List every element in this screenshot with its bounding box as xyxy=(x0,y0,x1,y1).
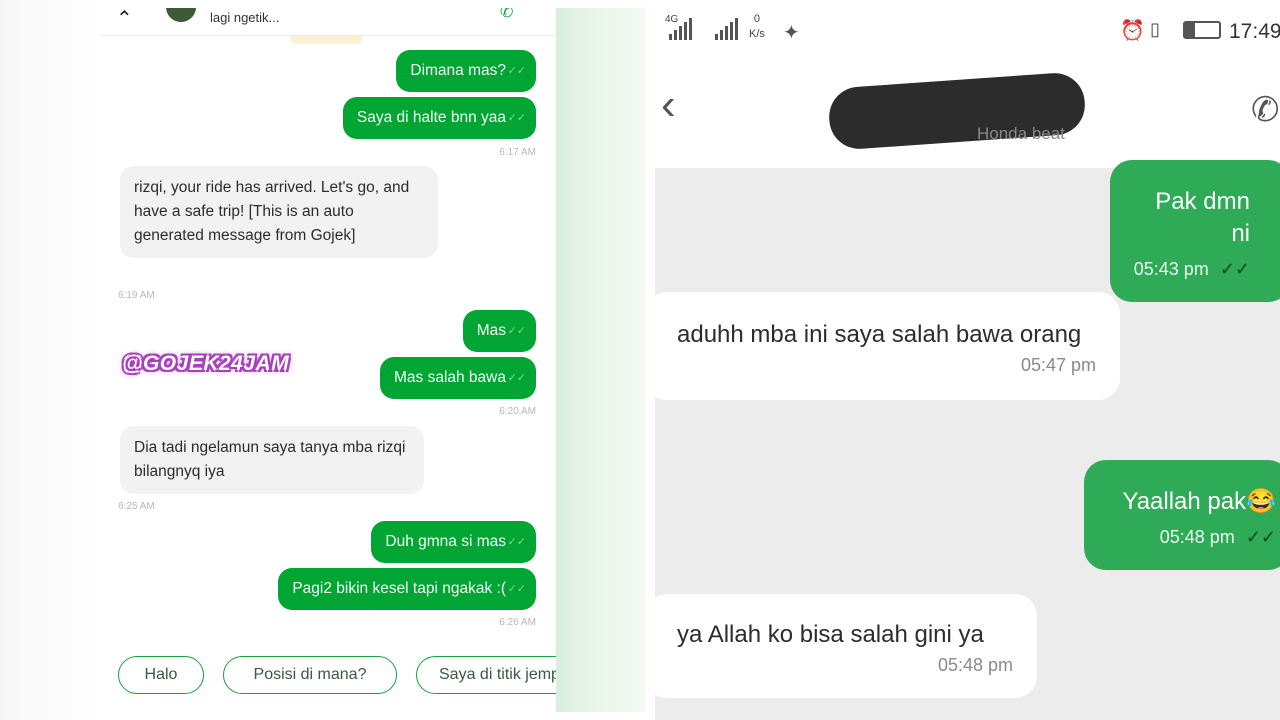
quick-reply-chip[interactable]: Halo xyxy=(118,656,204,694)
signal-icon xyxy=(715,16,738,40)
phone-icon[interactable]: ✆ xyxy=(1251,90,1280,130)
message-out[interactable]: Yaallah pak😂 05:48 pm ✓✓ xyxy=(1084,460,1280,570)
green-divider-strip xyxy=(556,8,645,712)
chat-header: ⌃ lagi ngetik... ✆ xyxy=(100,8,556,36)
vehicle-subtitle: Honda beat xyxy=(977,124,1065,143)
typing-status: lagi ngetik... xyxy=(210,10,280,25)
chevron-left-icon[interactable]: ‹ xyxy=(661,80,676,130)
message-text: Dimana mas? xyxy=(410,62,506,79)
message-meta: 05:43 pm ✓✓ xyxy=(1130,256,1250,282)
chevron-up-icon[interactable]: ⌃ xyxy=(116,8,133,31)
message-out[interactable]: Dimana mas? ✓✓ xyxy=(396,50,536,92)
check-icon: ✓✓ xyxy=(507,372,526,384)
message-text: Yaallah pak😂 xyxy=(1122,488,1276,515)
check-icon: ✓✓ xyxy=(507,583,526,595)
message-text: Dia tadi ngelamun saya tanya mba rizqi b… xyxy=(134,439,406,480)
message-out[interactable]: Mas ✓✓ xyxy=(462,310,536,352)
message-time: 05:43 pm xyxy=(1133,259,1209,279)
network-speed: 0 K/s xyxy=(749,12,765,42)
message-in[interactable]: rizqi, your ride has arrived. Let's go, … xyxy=(120,166,438,258)
message-text: Pak dmn ni xyxy=(1155,188,1250,247)
message-timestamp: 6:26 AM xyxy=(499,617,536,628)
check-icon: ✓✓ xyxy=(507,112,526,124)
clock-time: 17:49 xyxy=(1229,20,1280,43)
check-icon: ✓✓ xyxy=(507,65,526,77)
message-text: aduhh mba ini saya salah bawa orang xyxy=(677,321,1082,348)
left-chat-screenshot: ⌃ lagi ngetik... ✆ Dimana mas? ✓✓ Saya d… xyxy=(0,0,645,720)
message-timestamp: 6:20 AM xyxy=(499,406,536,417)
twitter-icon: ✦ xyxy=(783,22,800,44)
message-out[interactable]: Pagi2 bikin kesel tapi ngakak :( ✓✓ xyxy=(278,568,536,610)
right-chat-screenshot: 4G 0 K/s ✦ ⏰ ▯ 17:49 ‹ Ah Honda beat ✆ P… xyxy=(655,0,1280,720)
battery-icon xyxy=(1183,21,1221,39)
watermark-logo: @GOJEK24JAM xyxy=(122,352,290,375)
gojek-chat-screen: ⌃ lagi ngetik... ✆ Dimana mas? ✓✓ Saya d… xyxy=(100,8,556,712)
message-in[interactable]: Dia tadi ngelamun saya tanya mba rizqi b… xyxy=(120,426,424,494)
alarm-icon: ⏰ xyxy=(1120,20,1145,42)
message-out[interactable]: Saya di halte bnn yaa ✓✓ xyxy=(342,97,536,139)
message-text: ya Allah ko bisa salah gini ya xyxy=(677,621,984,648)
message-in[interactable]: ya Allah ko bisa salah gini ya 05:48 pm xyxy=(655,594,1037,698)
double-check-icon: ✓✓ xyxy=(1245,527,1276,547)
message-time: 05:48 pm xyxy=(1159,527,1235,547)
message-time: 05:47 pm xyxy=(1020,355,1096,375)
message-text: Duh gmna si mas xyxy=(385,533,506,550)
speed-unit: K/s xyxy=(749,28,765,40)
check-icon: ✓✓ xyxy=(507,325,526,337)
screenshot-collage: ⌃ lagi ngetik... ✆ Dimana mas? ✓✓ Saya d… xyxy=(0,0,1280,720)
phone-icon[interactable]: ✆ xyxy=(500,8,513,22)
message-text: Saya di halte bnn yaa xyxy=(356,109,506,126)
left-margin xyxy=(0,0,100,720)
message-text: Mas salah bawa xyxy=(393,369,506,386)
message-timestamp: 6:19 AM xyxy=(118,290,155,301)
speed-value: 0 xyxy=(753,13,761,25)
message-timestamp: 6:17 AM xyxy=(499,147,536,158)
message-out[interactable]: Duh gmna si mas ✓✓ xyxy=(371,521,536,563)
partial-bubble xyxy=(290,36,362,44)
message-meta: 05:48 pm ✓✓ xyxy=(1104,524,1276,550)
quick-reply-chip[interactable]: Saya di titik jemput xyxy=(416,656,556,694)
quick-reply-chip[interactable]: Posisi di mana? xyxy=(223,656,397,694)
message-text: Pagi2 bikin kesel tapi ngakak :( xyxy=(292,580,506,597)
vibrate-icon: ▯ xyxy=(1150,19,1160,39)
message-out[interactable]: Mas salah bawa ✓✓ xyxy=(379,357,536,399)
check-icon: ✓✓ xyxy=(507,536,526,548)
app-header-area: 4G 0 K/s ✦ ⏰ ▯ 17:49 ‹ Ah Honda beat ✆ xyxy=(655,0,1280,168)
message-in[interactable]: aduhh mba ini saya salah bawa orang 05:4… xyxy=(655,292,1120,400)
message-text: rizqi, your ride has arrived. Let's go, … xyxy=(134,179,410,244)
avatar[interactable] xyxy=(166,8,196,22)
message-out[interactable]: Pak dmn ni 05:43 pm ✓✓ xyxy=(1110,160,1280,302)
message-time: 05:48 pm xyxy=(937,655,1013,675)
message-timestamp: 6:25 AM xyxy=(118,501,155,512)
double-check-icon: ✓✓ xyxy=(1219,259,1250,279)
signal-icon xyxy=(669,16,692,40)
message-text: Mas xyxy=(476,322,506,339)
